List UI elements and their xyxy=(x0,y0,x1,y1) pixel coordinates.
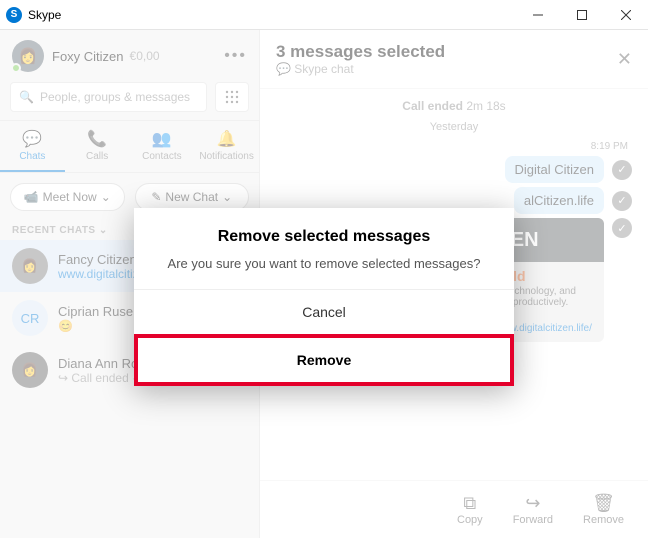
dialog-title: Remove selected messages xyxy=(134,208,514,256)
dialog-remove-button[interactable]: Remove xyxy=(134,334,514,386)
dialog-cancel-button[interactable]: Cancel xyxy=(134,289,514,334)
maximize-button[interactable] xyxy=(560,0,604,30)
dialog-message: Are you sure you want to remove selected… xyxy=(134,256,514,289)
remove-dialog: Remove selected messages Are you sure yo… xyxy=(134,208,514,386)
close-button[interactable] xyxy=(604,0,648,30)
title-bar: S Skype xyxy=(0,0,648,30)
minimize-button[interactable] xyxy=(516,0,560,30)
skype-logo-icon: S xyxy=(6,7,22,23)
window-title: Skype xyxy=(28,8,516,22)
